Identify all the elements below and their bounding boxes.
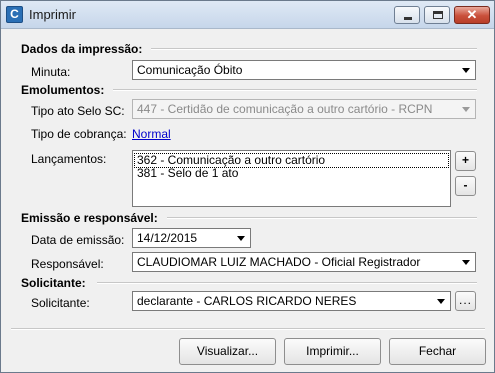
close-button[interactable]: ✕: [454, 6, 490, 24]
tipo-ato-select: 447 - Certidão de comunicação a outro ca…: [132, 99, 476, 119]
data-emissao-value: 14/12/2015: [137, 231, 198, 245]
app-icon: C: [6, 6, 23, 23]
cobranca-label: Tipo de cobrança:: [31, 127, 127, 141]
solicitante-label: Solicitante:: [31, 296, 90, 310]
lancamentos-list[interactable]: 362 - Comunicação a outro cartório 381 -…: [132, 150, 451, 207]
tipo-ato-value: 447 - Certidão de comunicação a outro ca…: [137, 102, 433, 116]
section-divider: [97, 282, 477, 284]
data-emissao-picker[interactable]: 14/12/2015: [132, 228, 251, 248]
section-print-data: Dados da impressão:: [21, 42, 143, 56]
minuta-label: Minuta:: [31, 65, 71, 79]
window-title: Imprimir: [29, 7, 76, 22]
imprimir-button[interactable]: Imprimir...: [284, 338, 381, 365]
chevron-down-icon[interactable]: [434, 294, 448, 308]
chevron-down-icon[interactable]: [234, 231, 248, 245]
minuta-select[interactable]: Comunicação Óbito: [132, 60, 476, 80]
minuta-value: Comunicação Óbito: [137, 63, 243, 77]
list-item[interactable]: 381 - Selo de 1 ato: [135, 167, 238, 180]
browse-solicitante-button[interactable]: ...: [455, 291, 476, 311]
print-dialog: C Imprimir ✕ Dados da impressão: Minuta:…: [0, 0, 495, 373]
section-emissao: Emissão e responsável:: [21, 211, 158, 225]
section-divider: [113, 89, 477, 91]
section-divider: [167, 217, 477, 219]
add-lancamento-button[interactable]: +: [455, 151, 476, 171]
title-bar: C Imprimir ✕: [1, 1, 494, 29]
remove-lancamento-button[interactable]: -: [455, 176, 476, 196]
visualizar-button[interactable]: Visualizar...: [179, 338, 276, 365]
chevron-down-icon[interactable]: [459, 63, 473, 77]
maximize-button[interactable]: [424, 6, 450, 24]
responsavel-select[interactable]: CLAUDIOMAR LUIZ MACHADO - Oficial Regist…: [132, 252, 476, 272]
section-solicitante: Solicitante:: [21, 276, 86, 290]
section-emolumentos: Emolumentos:: [21, 83, 105, 97]
solicitante-select[interactable]: declarante - CARLOS RICARDO NERES: [132, 291, 451, 311]
section-divider: [151, 48, 477, 50]
chevron-down-icon[interactable]: [459, 255, 473, 269]
cobranca-link[interactable]: Normal: [132, 127, 171, 141]
bottom-separator: [11, 328, 485, 330]
chevron-down-icon: [459, 102, 473, 116]
minimize-icon: [404, 17, 412, 20]
close-icon: ✕: [466, 7, 478, 22]
tipo-ato-label: Tipo ato Selo SC:: [31, 104, 125, 118]
maximize-icon: [433, 11, 443, 19]
lancamentos-label: Lançamentos:: [31, 152, 107, 166]
minimize-button[interactable]: [394, 6, 420, 24]
responsavel-label: Responsável:: [31, 257, 104, 271]
responsavel-value: CLAUDIOMAR LUIZ MACHADO - Oficial Regist…: [137, 255, 421, 269]
fechar-button[interactable]: Fechar: [389, 338, 486, 365]
data-emissao-label: Data de emissão:: [31, 233, 125, 247]
solicitante-value: declarante - CARLOS RICARDO NERES: [137, 294, 357, 308]
